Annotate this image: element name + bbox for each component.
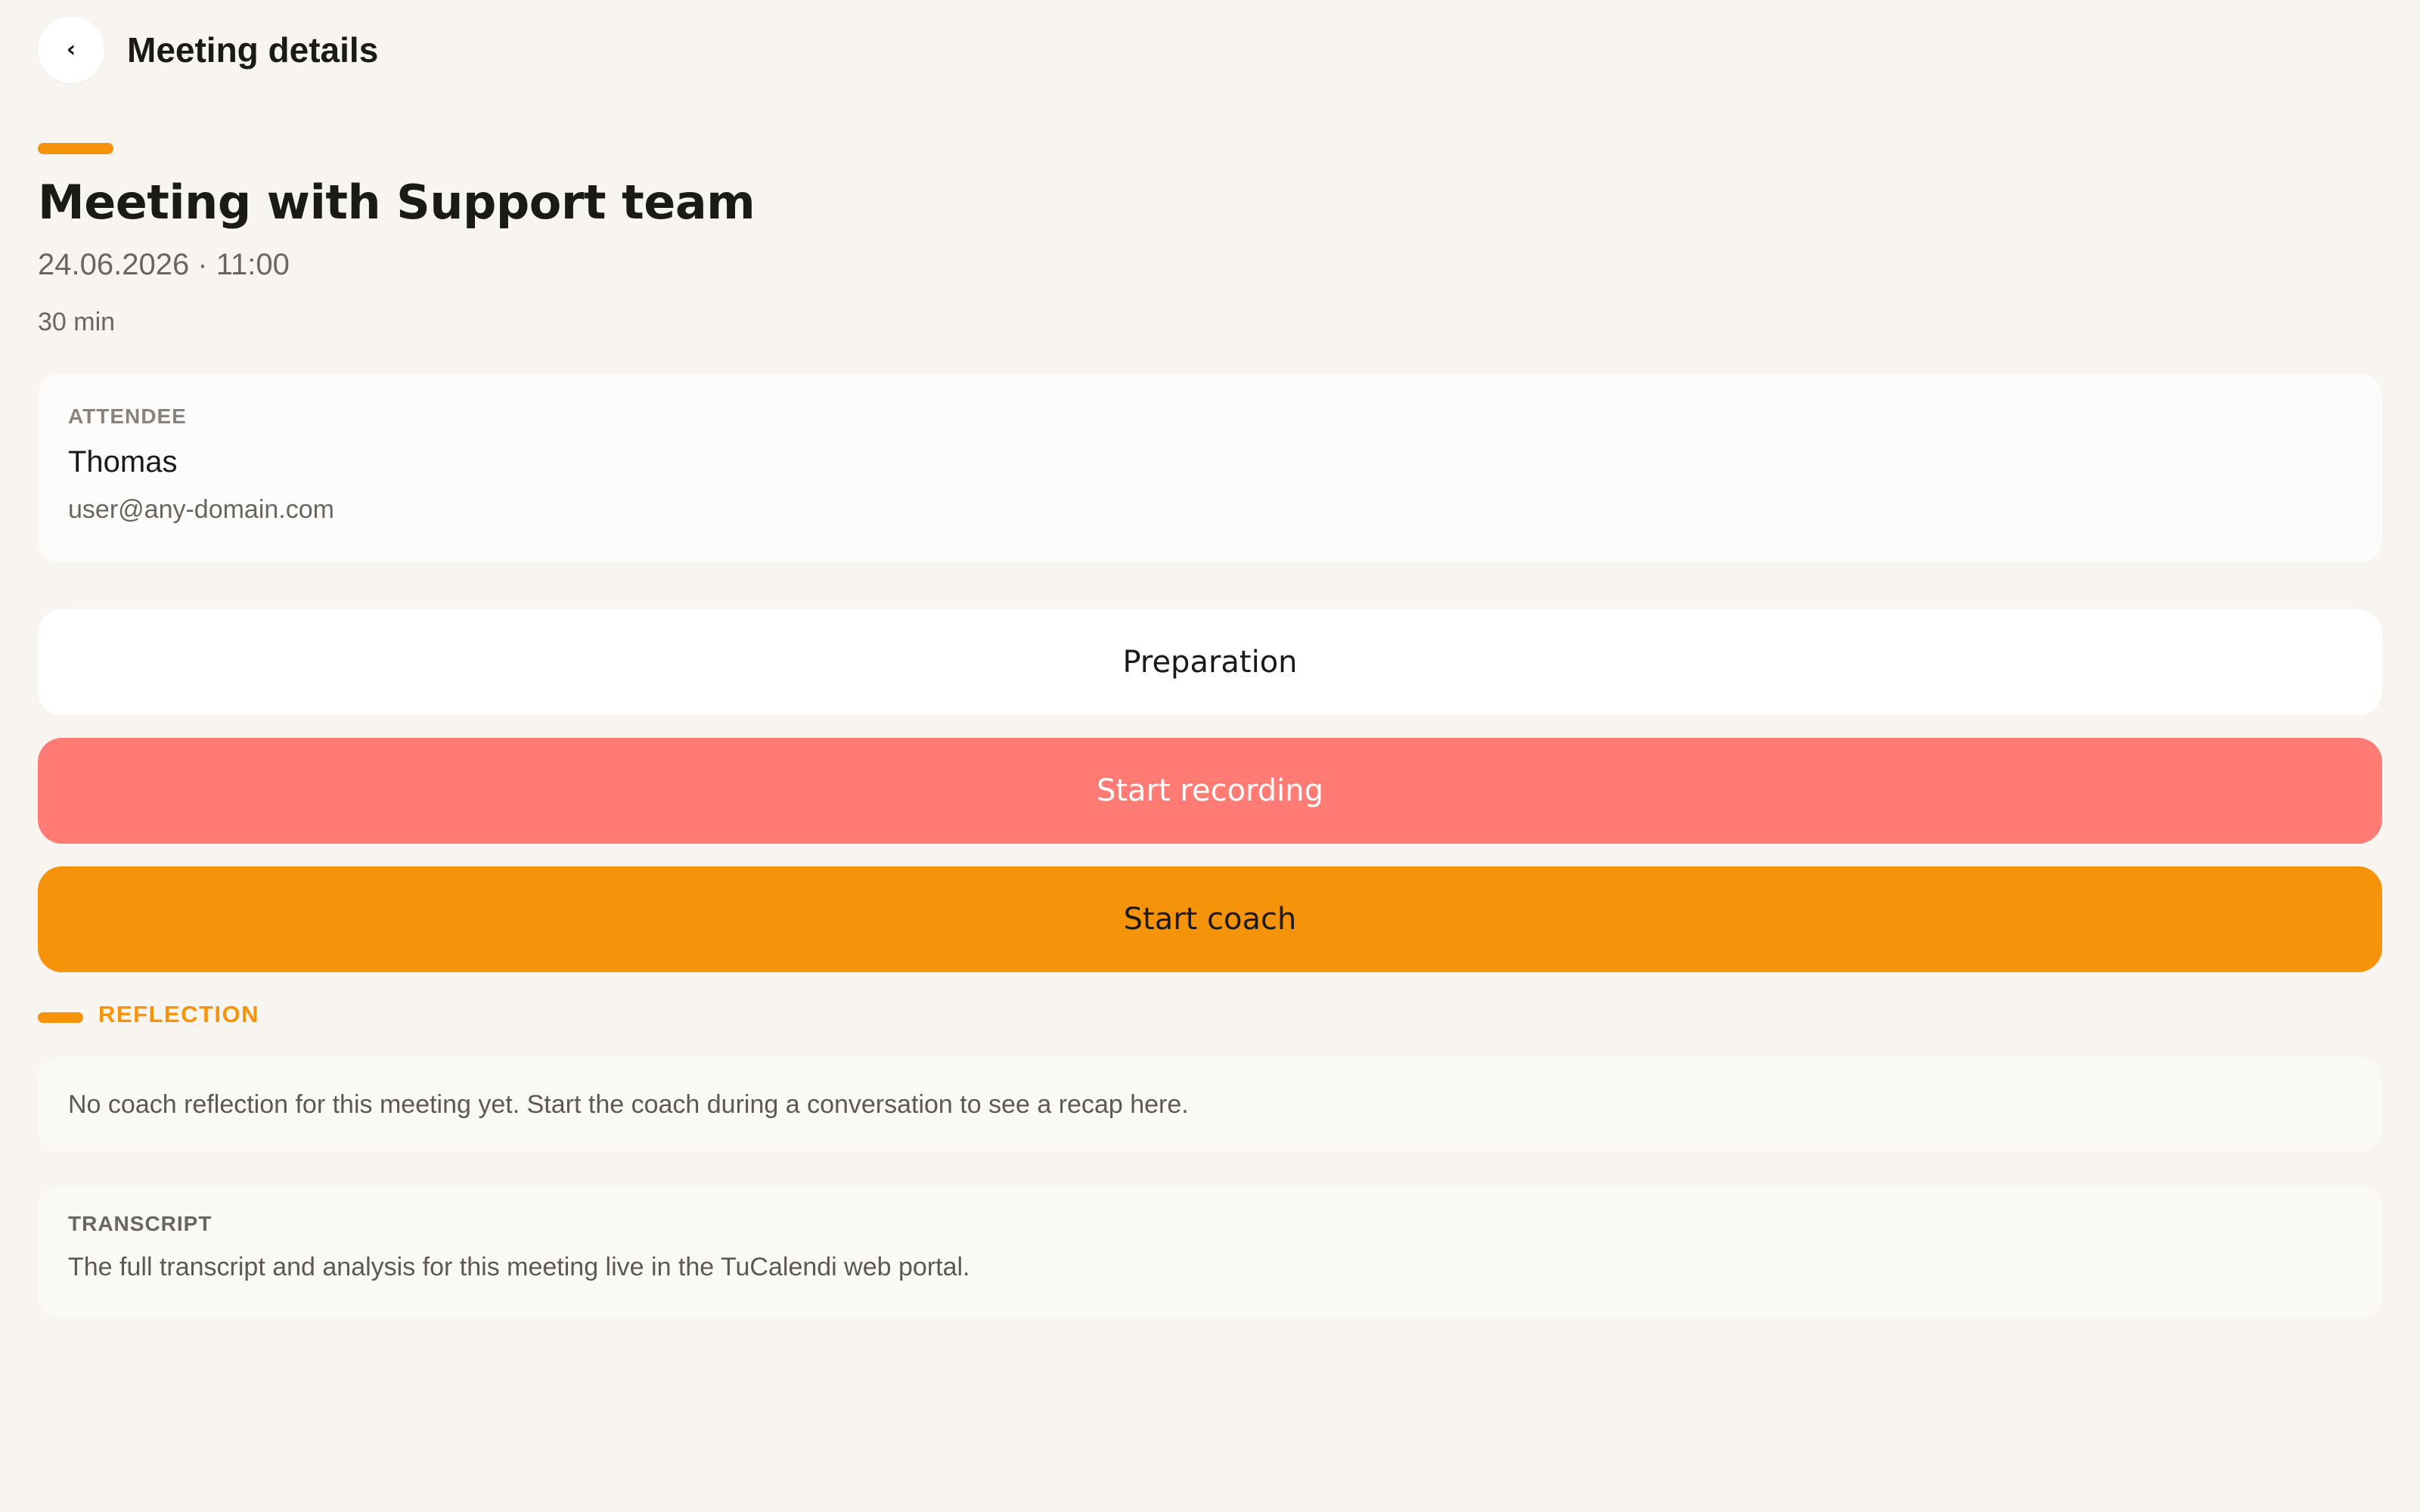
page-title: Meeting details [127,30,379,70]
attendee-label: ATTENDEE [68,404,187,428]
preparation-button[interactable]: Preparation [38,609,2382,715]
attendee-name: Thomas [68,445,178,479]
attendee-email: user@any-domain.com [68,495,334,524]
reflection-label: REFLECTION [98,1001,260,1027]
chevron-left-icon: ‹ [66,36,76,63]
reflection-accent-bar [38,1012,83,1023]
start-coach-button[interactable]: Start coach [38,866,2382,972]
transcript-card: TRANSCRIPT The full transcript and analy… [38,1185,2382,1318]
meeting-title: Meeting with Support team [38,175,755,230]
reflection-section-header: REFLECTION [38,998,259,1031]
meeting-duration: 30 min [38,308,116,336]
transcript-label: TRANSCRIPT [68,1212,213,1235]
top-bar: ‹ Meeting details [38,17,378,83]
reflection-empty-text: No coach reflection for this meeting yet… [68,1089,1189,1119]
reflection-card: No coach reflection for this meeting yet… [38,1057,2382,1152]
transcript-text: The full transcript and analysis for thi… [68,1253,970,1281]
attendee-card: ATTENDEE Thomas user@any-domain.com [38,373,2382,562]
back-button[interactable]: ‹ [38,17,104,83]
meeting-datetime: 24.06.2026 · 11:00 [38,248,290,281]
start-recording-button[interactable]: Start recording [38,738,2382,844]
title-accent-bar [38,143,113,154]
